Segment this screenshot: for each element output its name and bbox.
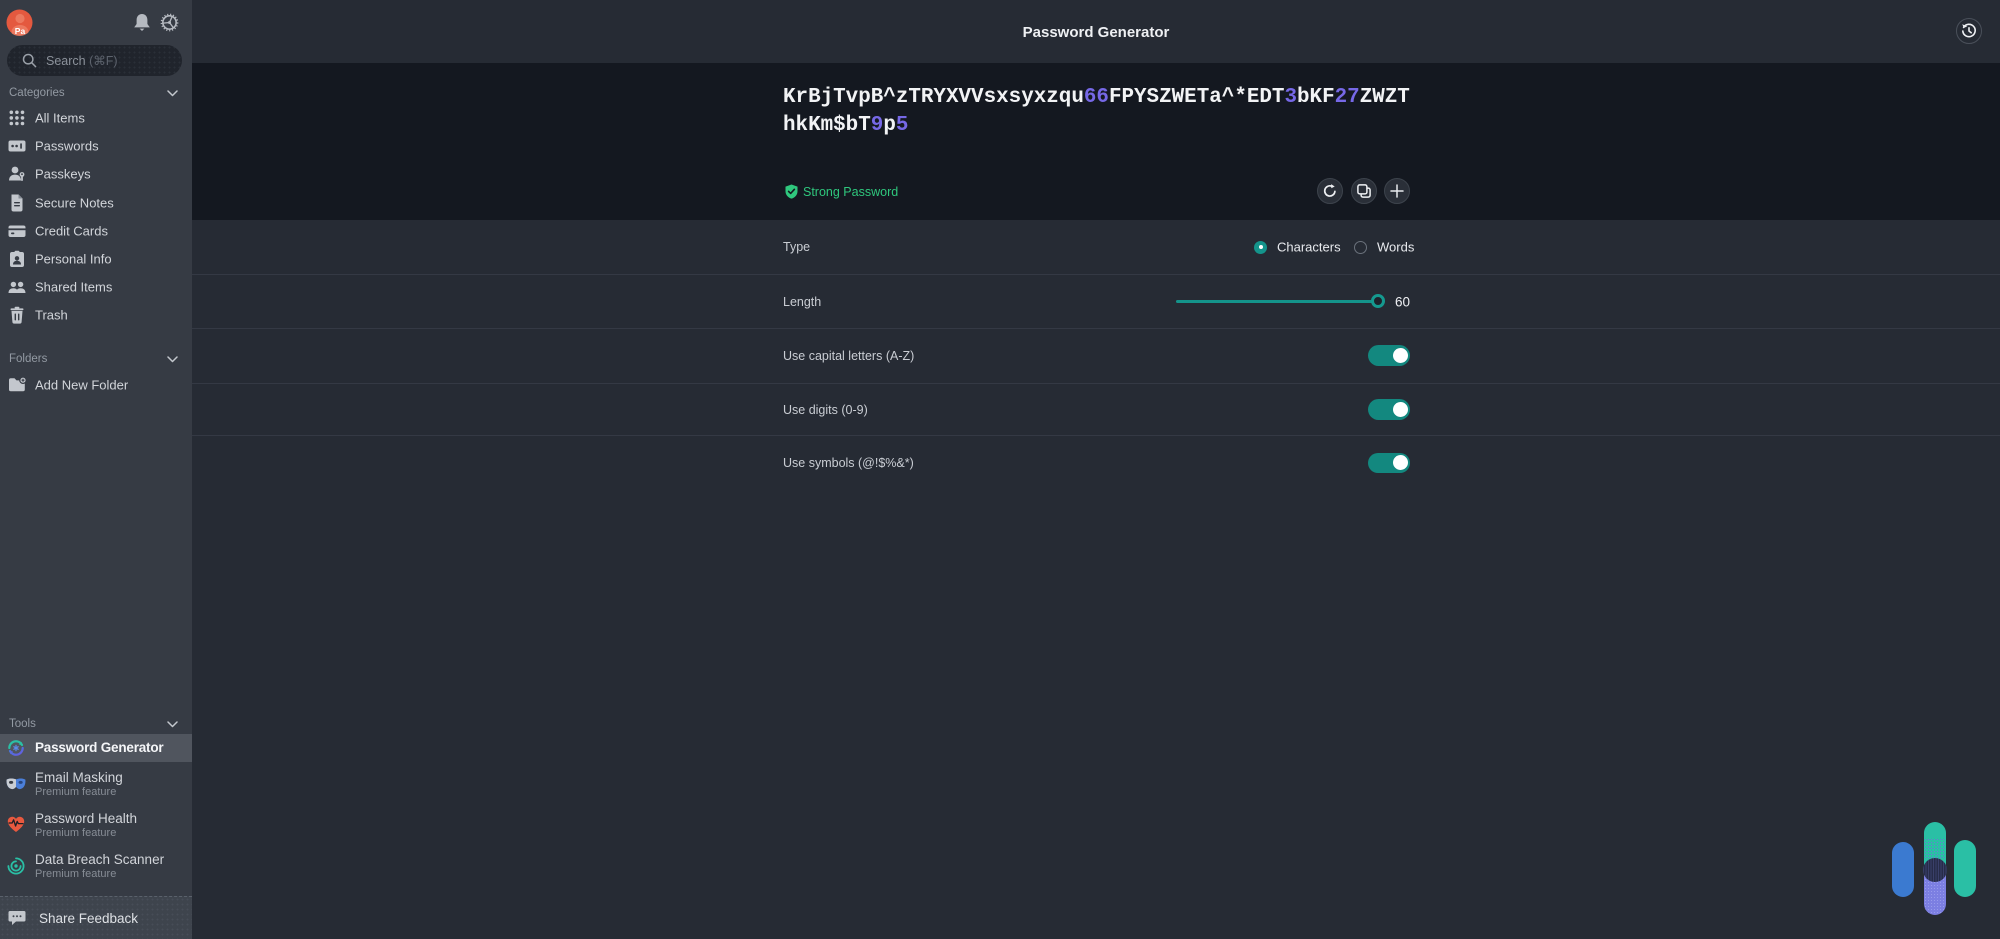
svg-text:Pa: Pa	[15, 26, 26, 36]
